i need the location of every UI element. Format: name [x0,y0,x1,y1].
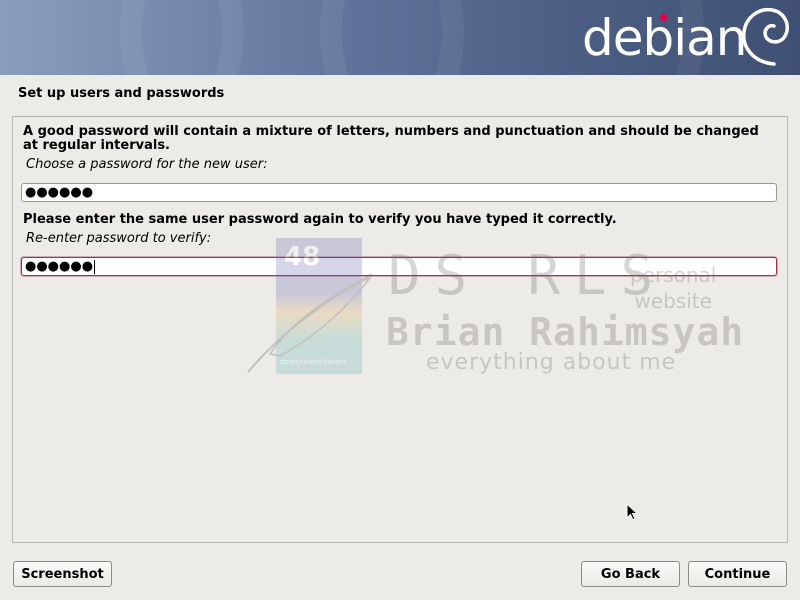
watermark-personal-line1: personal [630,263,717,287]
header-banner: debian [0,0,800,75]
watermark: 48 open|source|lovers DS RLS Brian Rahim… [240,234,770,394]
password-input[interactable]: ●●●●●● [21,183,777,202]
password-description: A good password will contain a mixture o… [23,124,759,153]
watermark-personal-website: personal website [630,262,716,314]
watermark-tagline: everything about me [426,350,677,375]
go-back-button[interactable]: Go Back [581,561,680,587]
screenshot-button[interactable]: Screenshot [13,561,112,587]
verify-password-value: ●●●●●● [25,259,94,274]
verify-label: Re-enter password to verify: [26,231,212,246]
text-caret [94,259,96,274]
watermark-name: Brian Rahimsyah [386,310,745,354]
watermark-feather-icon [247,273,373,373]
password-value: ●●●●●● [25,185,94,200]
page-title: Set up users and passwords [18,86,225,101]
verify-description: Please enter the same user password agai… [23,212,617,227]
mouse-pointer-icon [626,503,638,521]
password-label: Choose a password for the new user: [26,157,268,172]
watermark-personal-line2: website [634,289,712,313]
continue-button[interactable]: Continue [688,561,787,587]
watermark-initials: DS RLS [388,244,668,307]
debian-swirl-icon [742,7,789,66]
